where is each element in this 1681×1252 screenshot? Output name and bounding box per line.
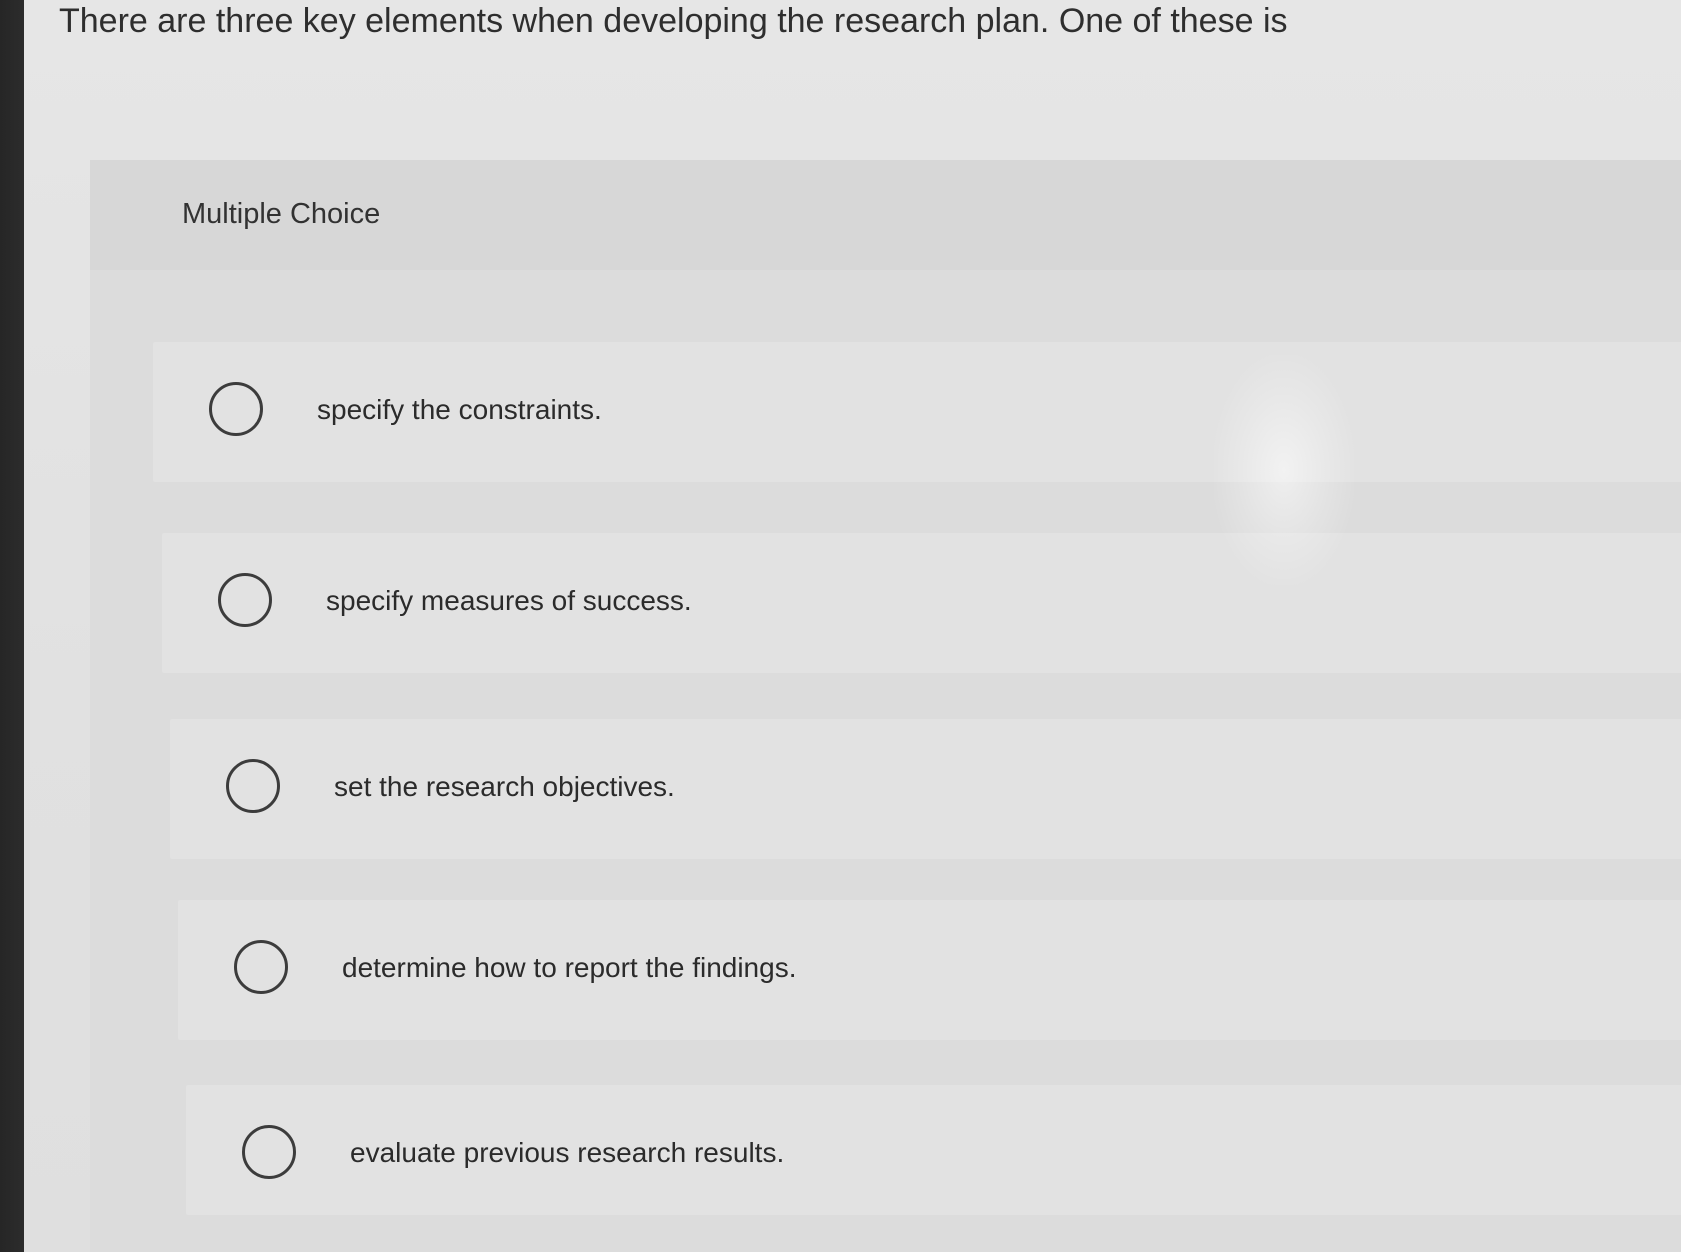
- answer-option-label: determine how to report the findings.: [342, 952, 797, 983]
- radio-button[interactable]: [218, 573, 272, 627]
- answer-option[interactable]: specify measures of success.: [162, 533, 1681, 673]
- multiple-choice-panel: Multiple Choice specify the constraints.…: [90, 160, 1681, 1252]
- answer-option-label: specify the constraints.: [317, 394, 602, 425]
- question-prompt: There are three key elements when develo…: [59, 2, 1288, 40]
- radio-button[interactable]: [209, 382, 263, 436]
- answer-options: specify the constraints. specify measure…: [90, 160, 1681, 1252]
- answer-option-label: evaluate previous research results.: [350, 1137, 785, 1168]
- radio-button[interactable]: [234, 940, 288, 994]
- answer-option[interactable]: evaluate previous research results.: [186, 1085, 1681, 1215]
- quiz-screen: There are three key elements when develo…: [24, 0, 1681, 1252]
- answer-option[interactable]: set the research objectives.: [170, 719, 1681, 859]
- radio-button[interactable]: [242, 1125, 296, 1179]
- answer-option-label: specify measures of success.: [326, 585, 692, 616]
- answer-option-label: set the research objectives.: [334, 771, 675, 802]
- answer-option[interactable]: determine how to report the findings.: [178, 900, 1681, 1040]
- answer-option[interactable]: specify the constraints.: [153, 342, 1681, 482]
- radio-button[interactable]: [226, 759, 280, 813]
